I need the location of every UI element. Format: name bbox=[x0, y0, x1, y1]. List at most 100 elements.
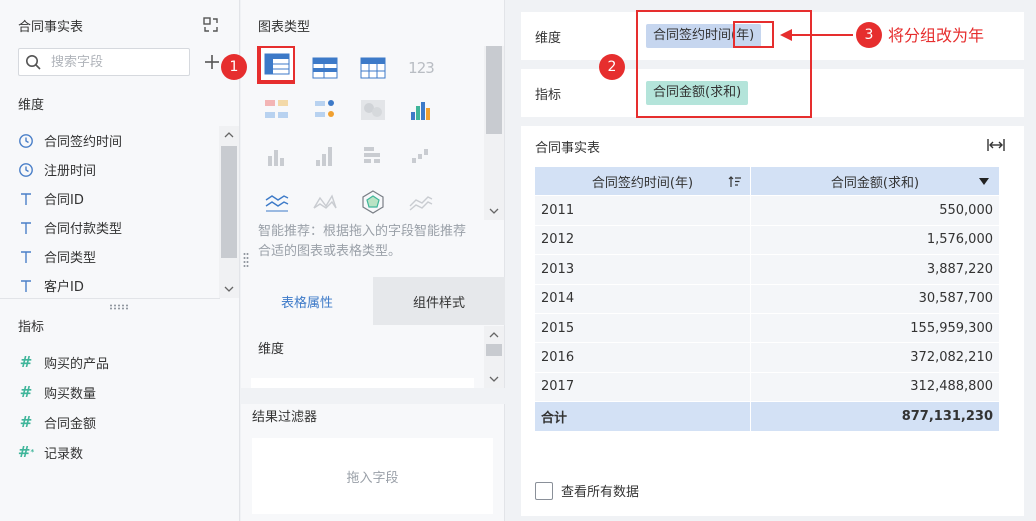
scrollbar-thumb[interactable] bbox=[221, 146, 237, 258]
column-header[interactable]: 合同签约时间(年) bbox=[534, 165, 751, 197]
chart-type-legend-card[interactable] bbox=[307, 92, 343, 128]
number-type-icon: # bbox=[19, 353, 33, 371]
field-label: 记录数 bbox=[44, 446, 84, 462]
number-type-icon: # bbox=[19, 383, 33, 401]
chart-type-color-block[interactable] bbox=[403, 92, 439, 128]
tab-component-style[interactable]: 组件样式 bbox=[373, 277, 505, 325]
amount-cell: 1,576,000 bbox=[750, 224, 1000, 256]
chart-type-radar[interactable] bbox=[355, 184, 391, 220]
scrollbar-thumb[interactable] bbox=[486, 46, 502, 134]
filter-drop-zone[interactable]: 拖入字段 bbox=[252, 438, 493, 514]
annotation-badge-3: 3 bbox=[856, 22, 882, 48]
chart-type-ascending-column[interactable] bbox=[307, 138, 343, 174]
column-header-label: 合同签约时间(年) bbox=[591, 175, 694, 191]
table-row: 2012 1,576,000 bbox=[534, 224, 1000, 256]
section-divider bbox=[241, 388, 505, 404]
line-chart-icon bbox=[265, 195, 289, 212]
properties-dimension-box bbox=[251, 378, 474, 388]
chart-type-range-area[interactable] bbox=[403, 184, 439, 220]
text-type-icon bbox=[21, 279, 31, 292]
year-cell: 2014 bbox=[534, 283, 751, 314]
properties-scrollbar[interactable] bbox=[484, 326, 504, 388]
field-search-box[interactable] bbox=[18, 48, 190, 76]
chart-type-line[interactable] bbox=[259, 184, 295, 220]
chart-type-number[interactable]: 123 bbox=[403, 50, 439, 86]
field-item[interactable]: 合同付款类型 bbox=[0, 213, 220, 242]
amount-cell: 372,082,210 bbox=[750, 342, 1000, 373]
field-item[interactable]: # 购买的产品 bbox=[0, 347, 220, 377]
field-item[interactable]: # 购买数量 bbox=[0, 377, 220, 407]
chevron-up-icon[interactable] bbox=[488, 329, 500, 341]
annotation-badge-1: 1 bbox=[221, 54, 247, 80]
chart-type-waterfall[interactable] bbox=[403, 138, 439, 174]
year-cell: 2012 bbox=[534, 224, 751, 256]
properties-dimension-label: 维度 bbox=[258, 342, 285, 357]
view-all-label: 查看所有数据 bbox=[561, 485, 640, 500]
metric-row-label: 指标 bbox=[535, 88, 562, 103]
column-header[interactable]: 合同金额(求和) bbox=[750, 165, 1000, 197]
switch-dataset-icon[interactable] bbox=[202, 16, 220, 34]
chart-type-area[interactable] bbox=[307, 184, 343, 220]
annotation-highlight-chart-type bbox=[257, 46, 295, 84]
radar-chart-icon bbox=[362, 190, 384, 214]
tab-table-properties[interactable]: 表格属性 bbox=[241, 277, 373, 325]
field-label: 购买的产品 bbox=[44, 356, 110, 372]
chart-type-kpi[interactable] bbox=[259, 92, 295, 128]
view-all-data-option[interactable]: 查看所有数据 bbox=[535, 481, 639, 500]
text-type-icon bbox=[21, 192, 31, 205]
field-item[interactable]: 合同ID bbox=[0, 184, 220, 213]
chevron-down-icon[interactable] bbox=[488, 373, 500, 385]
field-panel: 合同事实表 维度 合同签约时间 注册时间 合同ID 合同付款类型 bbox=[0, 0, 240, 521]
field-item[interactable]: 合同签约时间 bbox=[0, 126, 220, 155]
chevron-up-icon[interactable] bbox=[223, 129, 235, 141]
search-input[interactable] bbox=[51, 52, 185, 72]
field-label: 合同ID bbox=[44, 193, 84, 208]
cross-table-icon bbox=[360, 57, 386, 79]
view-all-checkbox[interactable] bbox=[535, 481, 553, 500]
year-cell: 2016 bbox=[534, 342, 751, 373]
field-label: 注册时间 bbox=[44, 164, 97, 179]
field-item[interactable]: 客户ID bbox=[0, 271, 220, 300]
chart-grid-scrollbar[interactable] bbox=[484, 46, 504, 220]
chart-type-cross-table[interactable] bbox=[355, 50, 391, 86]
chart-type-column[interactable] bbox=[259, 138, 295, 174]
bar-chart-icon bbox=[364, 147, 380, 163]
field-item[interactable]: # * 记录数 bbox=[0, 437, 220, 467]
drag-handle-icon[interactable] bbox=[243, 252, 249, 268]
text-type-icon bbox=[21, 250, 31, 263]
scrollbar-thumb[interactable] bbox=[486, 344, 502, 356]
amount-cell: 30,587,700 bbox=[750, 283, 1000, 314]
kpi-card-icon bbox=[265, 100, 288, 118]
area-chart-icon bbox=[313, 194, 337, 209]
clock-icon bbox=[19, 133, 33, 148]
clock-icon bbox=[19, 162, 33, 177]
range-area-icon bbox=[409, 196, 433, 211]
amount-cell: 3,887,220 bbox=[750, 254, 1000, 285]
chevron-down-icon[interactable] bbox=[488, 205, 500, 217]
annotation-highlight-year bbox=[733, 21, 774, 48]
field-item[interactable]: 注册时间 bbox=[0, 155, 220, 184]
dimension-row-label: 维度 bbox=[535, 31, 562, 46]
dimension-list-scrollbar[interactable] bbox=[219, 126, 239, 298]
chevron-down-icon[interactable] bbox=[223, 283, 235, 295]
caret-down-icon[interactable] bbox=[979, 178, 989, 186]
field-label: 合同类型 bbox=[44, 251, 97, 266]
waterfall-chart-icon bbox=[412, 149, 428, 163]
property-tabs: 表格属性 组件样式 bbox=[241, 277, 505, 325]
field-label: 合同付款类型 bbox=[44, 222, 123, 237]
amount-cell: 155,959,300 bbox=[750, 312, 1000, 344]
column-header-label: 合同金额(求和) bbox=[830, 175, 920, 191]
expand-width-icon[interactable] bbox=[987, 138, 1005, 152]
chart-type-bar[interactable] bbox=[355, 138, 391, 174]
resize-handle-icon[interactable] bbox=[108, 304, 132, 310]
chart-type-heat-map[interactable] bbox=[355, 92, 391, 128]
chart-type-group-table[interactable] bbox=[307, 50, 343, 86]
year-cell: 2015 bbox=[534, 312, 751, 344]
heat-map-icon bbox=[361, 100, 385, 120]
field-item[interactable]: 合同类型 bbox=[0, 242, 220, 271]
sort-ascending-icon[interactable] bbox=[728, 175, 742, 189]
add-field-button[interactable] bbox=[202, 52, 222, 72]
field-label: 客户ID bbox=[44, 280, 84, 295]
section-divider bbox=[0, 298, 220, 299]
field-item[interactable]: # 合同金额 bbox=[0, 407, 220, 437]
